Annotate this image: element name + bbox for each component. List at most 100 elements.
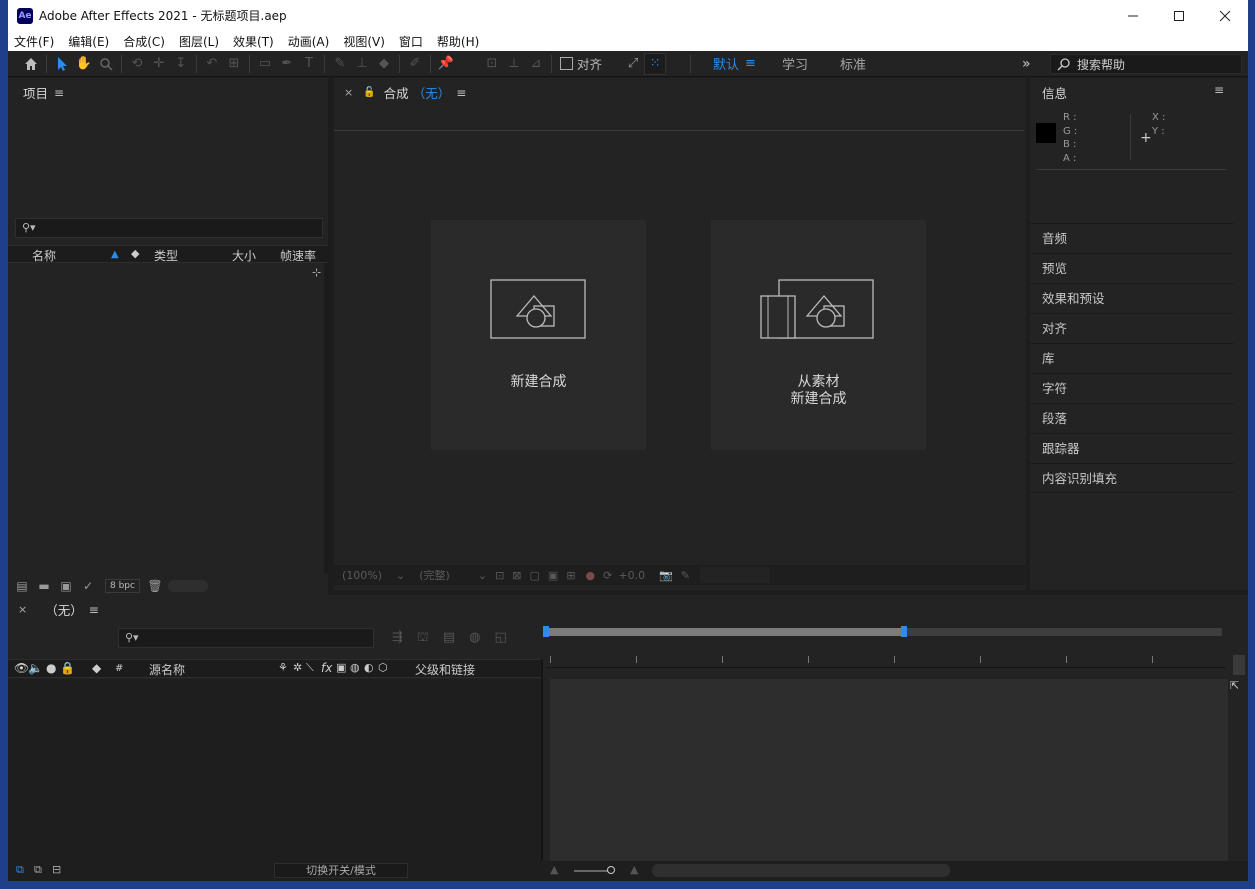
frame-blend-icon[interactable]: ▣ (336, 661, 346, 674)
zoom-in-icon[interactable]: ▲ (630, 863, 638, 876)
pan-camera-icon[interactable]: ✛ (148, 53, 170, 75)
maximize-icon[interactable] (1156, 0, 1202, 31)
project-hscroll[interactable] (167, 580, 208, 592)
quality-icon[interactable]: ⟍ (306, 661, 314, 675)
zoom-dropdown[interactable]: (100%) (342, 569, 382, 582)
panel-menu-icon[interactable]: ≡ (54, 86, 64, 100)
zoom-slider-thumb[interactable] (607, 866, 615, 874)
project-scrollbar[interactable] (324, 263, 328, 573)
help-search-field[interactable]: 搜索帮助 (1050, 54, 1242, 74)
transfer-controls-icon[interactable]: ⧉ (34, 863, 42, 877)
view-axis-icon[interactable]: ⊿ (525, 53, 547, 75)
panel-libraries[interactable]: 库 (1030, 343, 1234, 373)
adjustment-layer-icon[interactable]: ◐ (364, 661, 374, 674)
mask-visibility-icon[interactable]: ▢ (530, 569, 540, 582)
region-of-interest-icon[interactable]: ▣ (548, 569, 558, 582)
snap-checkbox[interactable] (560, 57, 573, 70)
menu-window[interactable]: 窗口 (399, 33, 423, 50)
work-area-end-handle[interactable] (901, 626, 907, 637)
motion-blur-icon[interactable]: ◍ (469, 630, 480, 647)
adjust-flowchart-icon[interactable]: ✓ (77, 579, 99, 593)
audio-icon[interactable]: 🔈 (28, 661, 43, 675)
text-tool-icon[interactable]: T (298, 53, 320, 75)
new-comp-from-footage-button[interactable]: 从素材 新建合成 (711, 220, 926, 450)
reset-exposure-icon[interactable]: ⟳ (603, 569, 612, 582)
transparency-grid-icon[interactable]: ⊠ (512, 569, 521, 582)
rotate-tool-icon[interactable]: ↶ (201, 53, 223, 75)
snapshot-icon[interactable]: 📷 (659, 569, 673, 582)
panel-menu-icon[interactable]: ≡ (456, 86, 466, 100)
roto-brush-icon[interactable]: ✐ (404, 53, 426, 75)
menu-view[interactable]: 视图(V) (343, 33, 385, 50)
new-composition-icon[interactable]: ▣ (55, 579, 77, 593)
panel-character[interactable]: 字符 (1030, 373, 1234, 403)
composition-mini-flowchart-icon[interactable]: ⇶ (392, 630, 403, 647)
zoom-chevron-icon[interactable]: ⌄ (396, 569, 405, 582)
workspace-default[interactable]: 默认 (713, 54, 739, 73)
frame-blending-icon[interactable]: ▤ (443, 630, 455, 647)
panel-align[interactable]: 对齐 (1030, 313, 1234, 343)
col-fx[interactable]: fx (321, 661, 332, 675)
video-visibility-icon[interactable]: 👁 (14, 661, 29, 675)
exposure-value[interactable]: +0.0 (618, 569, 645, 582)
col-fps[interactable]: 帧速率 (280, 247, 316, 264)
composition-name[interactable]: （无） (413, 83, 451, 102)
menu-file[interactable]: 文件(F) (14, 33, 54, 50)
col-type[interactable]: 类型 (154, 247, 178, 264)
panel-preview[interactable]: 预览 (1030, 253, 1234, 283)
in-out-icon[interactable]: ⊟ (52, 863, 61, 876)
sort-ascending-icon[interactable]: ▲ (111, 249, 119, 260)
snap-target-icon[interactable]: ⁙ (644, 52, 667, 75)
shy-icon[interactable]: ⚘ (278, 661, 288, 674)
snap-toggle[interactable]: 对齐 (560, 54, 602, 73)
timeline-track-area[interactable] (550, 679, 1228, 861)
resolution-dropdown[interactable]: (完整) (419, 567, 450, 583)
col-size[interactable]: 大小 (232, 247, 256, 264)
toggle-switches-modes[interactable]: 切换开关/模式 (274, 863, 408, 878)
timeline-vscroll[interactable] (1233, 655, 1245, 675)
local-axis-icon[interactable]: ⊡ (481, 53, 503, 75)
motion-blur-icon[interactable]: ◍ (350, 661, 360, 674)
layer-list-area[interactable] (8, 679, 541, 861)
home-icon[interactable] (20, 53, 42, 75)
clone-stamp-icon[interactable]: ⊥ (351, 53, 373, 75)
channel-icon[interactable]: ● (586, 569, 596, 582)
rectangle-tool-icon[interactable]: ▭ (254, 53, 276, 75)
eraser-tool-icon[interactable]: ◆ (373, 53, 395, 75)
new-composition-button[interactable]: 新建合成 (431, 220, 646, 450)
panel-paragraph[interactable]: 段落 (1030, 403, 1234, 433)
zoom-tool-icon[interactable] (95, 53, 117, 75)
pan-behind-icon[interactable]: ⊞ (223, 53, 245, 75)
solo-icon[interactable]: ● (46, 661, 56, 675)
more-workspaces-icon[interactable]: » (1022, 56, 1031, 72)
close-tab-icon[interactable]: × (344, 86, 353, 99)
new-folder-icon[interactable]: ▬ (33, 579, 55, 593)
brush-tool-icon[interactable]: ✎ (329, 53, 351, 75)
label-tag-icon[interactable]: ◆ (92, 661, 101, 675)
menu-effect[interactable]: 效果(T) (233, 33, 274, 50)
workspace-standard[interactable]: 标准 (840, 54, 866, 73)
col-parent-link[interactable]: 父级和链接 (415, 661, 475, 678)
selection-tool-icon[interactable] (51, 53, 73, 75)
layer-switches-icon[interactable]: ⧉ (16, 863, 24, 877)
panel-tracker[interactable]: 跟踪器 (1030, 433, 1234, 463)
snap-options-icon[interactable]: ⤢ (622, 53, 644, 75)
col-source-name[interactable]: 源名称 (149, 661, 185, 678)
zoom-out-icon[interactable]: ▲ (550, 863, 558, 876)
menu-animation[interactable]: 动画(A) (288, 33, 330, 50)
time-ruler[interactable] (546, 650, 1226, 668)
menu-composition[interactable]: 合成(C) (123, 33, 165, 50)
panel-menu-icon[interactable]: ≡ (89, 603, 99, 617)
comp-button-icon[interactable]: ⇱ (1230, 679, 1239, 692)
bit-depth-button[interactable]: 8 bpc (105, 579, 140, 593)
label-tag-icon[interactable]: ◆ (131, 247, 139, 260)
fast-previews-icon[interactable]: ⊡ (495, 569, 504, 582)
workspace-learn[interactable]: 学习 (782, 54, 808, 73)
close-tab-icon[interactable]: × (18, 603, 27, 616)
dolly-camera-icon[interactable]: ↧ (170, 53, 192, 75)
hand-tool-icon[interactable]: ✋ (73, 53, 95, 75)
timeline-search-input[interactable]: ⚲▾ (118, 628, 374, 648)
panel-content-aware-fill[interactable]: 内容识别填充 (1030, 463, 1234, 493)
flowchart-icon[interactable]: ⊹ (312, 266, 321, 279)
grid-guides-icon[interactable]: ⊞ (566, 569, 575, 582)
